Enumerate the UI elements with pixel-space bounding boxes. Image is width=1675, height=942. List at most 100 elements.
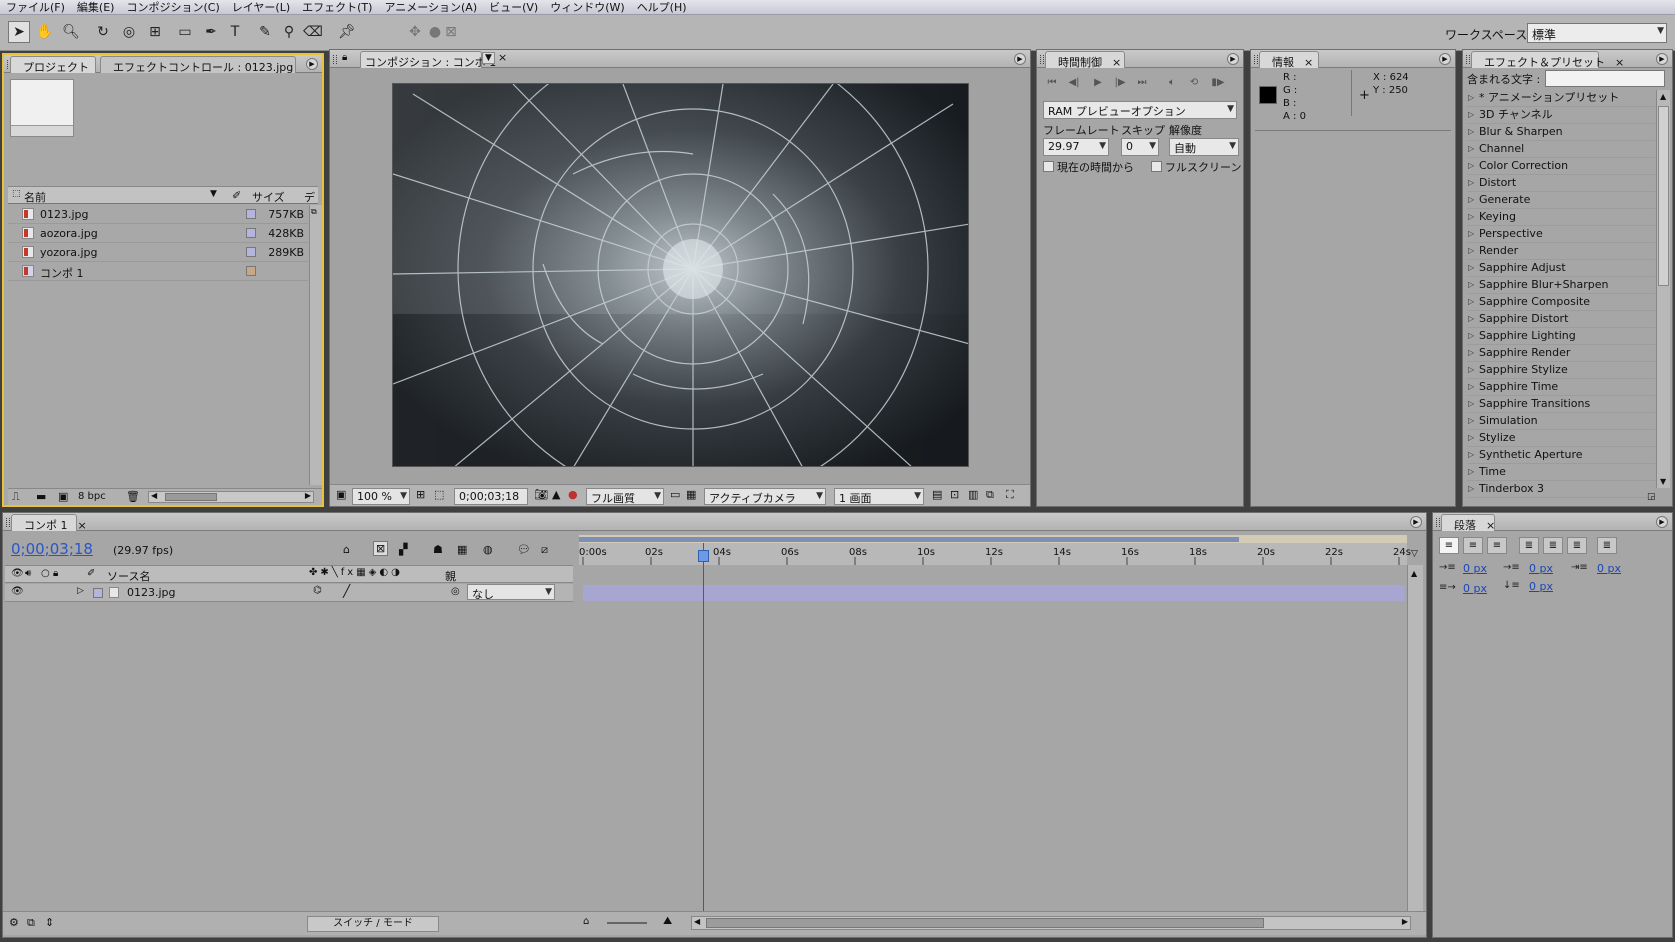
- label-swatch[interactable]: [246, 266, 256, 276]
- ram-preview-icon[interactable]: ▮▶: [1209, 75, 1227, 91]
- label-col-icon[interactable]: ✐: [232, 189, 241, 202]
- panel-menu-icon[interactable]: ▶: [1656, 53, 1668, 65]
- close-icon[interactable]: ×: [498, 51, 507, 64]
- chevron-down-icon[interactable]: ▼: [210, 189, 217, 199]
- resolution-select[interactable]: 自動 ▼: [1169, 138, 1239, 156]
- views-select[interactable]: 1 画面 ▼: [834, 488, 924, 505]
- new-composition-icon[interactable]: ▣: [58, 490, 68, 503]
- tab-time-control[interactable]: 時間制御 ×: [1045, 51, 1125, 69]
- panel-grip-icon[interactable]: [1466, 55, 1470, 64]
- project-item[interactable]: 0123.jpg 757KB: [8, 205, 308, 224]
- first-line-indent-value[interactable]: 0 px: [1597, 562, 1621, 575]
- lock-icon[interactable]: 🔒︎: [342, 52, 347, 63]
- rectangle-mask-tool-icon[interactable]: ▭: [174, 21, 196, 43]
- layer-row[interactable]: 👁︎ ▷ 0123.jpg ⌬ ╱ ◎ なし ▼: [5, 584, 573, 602]
- channel-icon[interactable]: ●: [568, 488, 578, 501]
- panel-grip-icon[interactable]: [1040, 55, 1044, 64]
- label-swatch[interactable]: [246, 228, 256, 238]
- align-left-button[interactable]: ≡: [1439, 537, 1459, 554]
- project-item[interactable]: コンポ 1: [8, 262, 308, 281]
- audio-icon[interactable]: 🔈︎: [1163, 75, 1181, 91]
- fast-preview-icon[interactable]: ⊡: [950, 488, 959, 501]
- scroll-up-icon[interactable]: ▲: [1411, 569, 1417, 578]
- panel-grip-icon[interactable]: [1254, 55, 1258, 64]
- bpc-label[interactable]: 8 bpc: [78, 491, 106, 502]
- justify-all-button[interactable]: ≣: [1597, 537, 1617, 554]
- pen-tool-icon[interactable]: ✒: [200, 21, 222, 43]
- trash-icon[interactable]: 🗑︎: [126, 490, 140, 503]
- axis-view-icon[interactable]: ⊠: [440, 21, 462, 43]
- effects-category[interactable]: Sapphire Lighting: [1467, 328, 1655, 345]
- menu-composition[interactable]: コンポジション(C): [120, 0, 225, 14]
- type-tool-icon[interactable]: T: [224, 21, 246, 43]
- timeline-hscrollbar[interactable]: ◀ ▶: [691, 916, 1411, 930]
- scroll-thumb[interactable]: [165, 493, 217, 501]
- layer-duration-bar[interactable]: [583, 585, 1405, 601]
- axis-local-icon[interactable]: ✥: [404, 21, 426, 43]
- transparency-grid-icon[interactable]: ▦: [686, 488, 696, 501]
- first-frame-icon[interactable]: ⏮: [1043, 75, 1061, 91]
- effects-category[interactable]: Sapphire Render: [1467, 345, 1655, 362]
- menu-help[interactable]: ヘルプ(H): [631, 0, 693, 14]
- pickwhip-icon[interactable]: ◎: [451, 586, 460, 597]
- selection-tool-icon[interactable]: ➤: [8, 21, 30, 43]
- effects-category[interactable]: Time: [1467, 464, 1655, 481]
- effects-category[interactable]: Sapphire Composite: [1467, 294, 1655, 311]
- layer-label-swatch[interactable]: [93, 588, 103, 598]
- effects-category[interactable]: Simulation: [1467, 413, 1655, 430]
- previous-frame-icon[interactable]: ◀|: [1065, 75, 1083, 91]
- effects-category[interactable]: Sapphire Transitions: [1467, 396, 1655, 413]
- title-safe-icon[interactable]: ⊞: [416, 488, 425, 501]
- tab-effect-controls[interactable]: エフェクトコントロール : 0123.jpg: [100, 56, 296, 74]
- indent-right-value[interactable]: 0 px: [1529, 562, 1553, 575]
- new-folder-icon[interactable]: ◲: [1647, 492, 1656, 502]
- effects-category[interactable]: Synthetic Aperture: [1467, 447, 1655, 464]
- justify-left-button[interactable]: ≣: [1519, 537, 1539, 554]
- project-hscrollbar[interactable]: ◀ ▶: [148, 491, 314, 503]
- zoom-tool-icon[interactable]: 🔍︎: [60, 21, 82, 43]
- comp-marker-icon[interactable]: ▽: [1411, 549, 1418, 559]
- zoom-select[interactable]: 100 % ▼: [352, 488, 410, 505]
- panel-menu-icon[interactable]: ▶: [306, 58, 318, 70]
- current-time-field[interactable]: 0;00;03;18: [454, 488, 528, 505]
- scroll-right-icon[interactable]: ▶: [1402, 917, 1408, 926]
- from-current-checkbox[interactable]: [1043, 161, 1054, 172]
- composition-viewer[interactable]: [392, 83, 969, 467]
- justify-center-button[interactable]: ≣: [1543, 537, 1563, 554]
- show-snapshot-icon[interactable]: ▲: [552, 488, 560, 501]
- space-before-value[interactable]: 0 px: [1463, 582, 1487, 595]
- play-icon[interactable]: ▶: [1089, 75, 1107, 91]
- col-name[interactable]: 名前: [24, 189, 46, 205]
- shy-switch-icon[interactable]: ⌬: [313, 585, 322, 596]
- label-swatch[interactable]: [246, 247, 256, 257]
- close-icon[interactable]: ×: [1615, 56, 1624, 69]
- in-out-icon[interactable]: ⇕: [45, 916, 54, 929]
- project-item[interactable]: aozora.jpg 428KB: [8, 224, 308, 243]
- panel-menu-icon[interactable]: ▶: [1439, 53, 1451, 65]
- fullscreen-checkbox[interactable]: [1151, 161, 1162, 172]
- last-frame-icon[interactable]: ⏭: [1133, 75, 1151, 91]
- switch-mode-button[interactable]: スイッチ / モード: [307, 916, 439, 932]
- camera-select[interactable]: アクティブカメラ ▼: [704, 488, 826, 505]
- scroll-up-icon[interactable]: ▲: [1660, 92, 1666, 101]
- panel-menu-icon[interactable]: ▶: [1656, 516, 1668, 528]
- timeline-icon[interactable]: ▥: [968, 488, 978, 501]
- close-icon[interactable]: ×: [1486, 519, 1495, 532]
- effects-search-input[interactable]: [1545, 70, 1665, 87]
- panel-menu-icon[interactable]: ▶: [1014, 53, 1026, 65]
- framerate-select[interactable]: 29.97 ▼: [1043, 138, 1109, 156]
- scroll-right-icon[interactable]: ▶: [305, 491, 311, 500]
- current-time-indicator[interactable]: [703, 543, 704, 923]
- layer-name[interactable]: 0123.jpg: [127, 586, 176, 599]
- col-d[interactable]: デ: [304, 189, 315, 205]
- region-of-interest-icon[interactable]: ▭: [670, 488, 680, 501]
- effects-category[interactable]: Channel: [1467, 141, 1655, 158]
- current-time-indicator-head[interactable]: [698, 550, 709, 562]
- eraser-tool-icon[interactable]: ⌫: [302, 21, 324, 43]
- expand-triangle-icon[interactable]: ▷: [77, 586, 84, 596]
- tab-info[interactable]: 情報 ×: [1259, 51, 1319, 69]
- panel-grip-icon[interactable]: [1436, 518, 1440, 527]
- comp-dropdown-icon[interactable]: ▼: [482, 52, 495, 64]
- panel-grip-icon[interactable]: [333, 55, 337, 64]
- align-center-button[interactable]: ≡: [1463, 537, 1483, 554]
